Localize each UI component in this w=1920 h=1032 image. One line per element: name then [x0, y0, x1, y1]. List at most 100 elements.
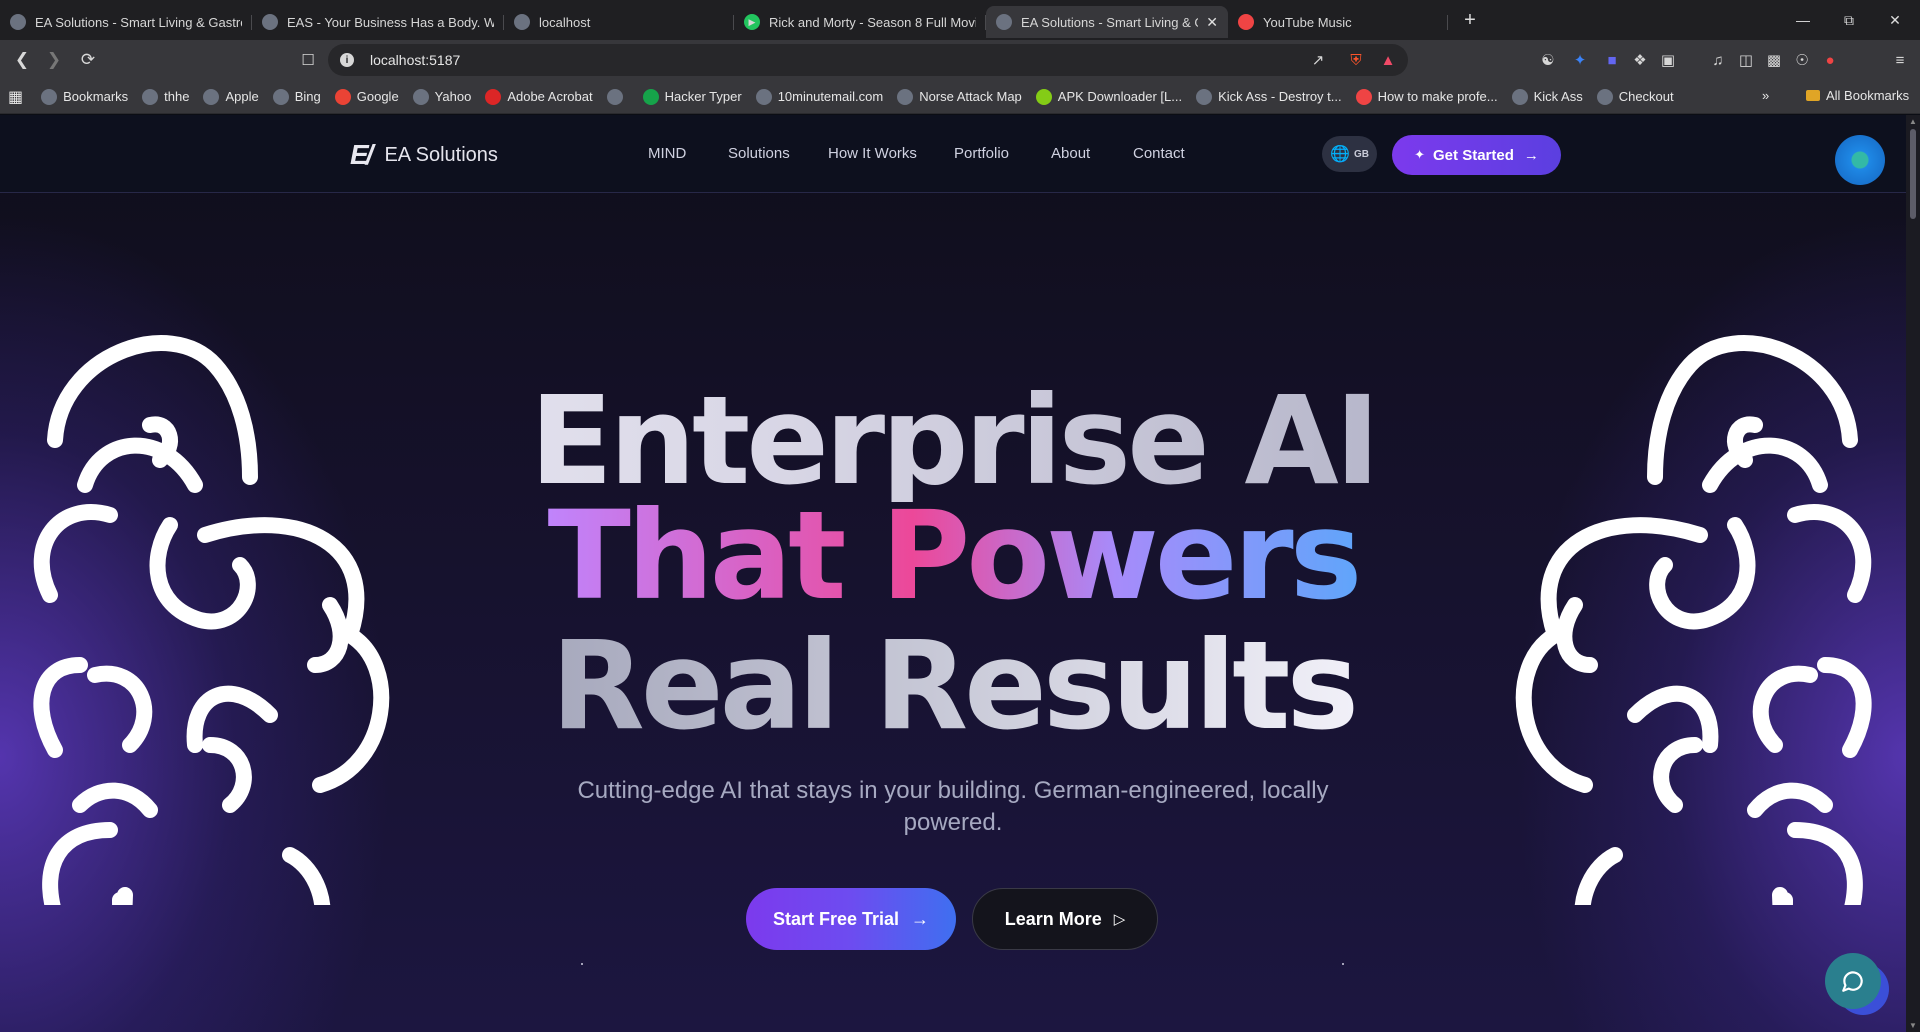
extension-icon-3[interactable]: ■ — [1600, 48, 1624, 72]
user-avatar[interactable] — [1835, 135, 1885, 185]
scrollbar-thumb[interactable] — [1910, 129, 1916, 219]
bookmark-item[interactable]: Kick Ass — [1511, 88, 1583, 105]
extension-icon-1[interactable]: ☯ — [1536, 48, 1560, 72]
bookmark-label: Bookmarks — [63, 89, 129, 104]
browser-tab[interactable]: ▶ Rick and Morty - Season 8 Full Movie — [734, 6, 986, 38]
language-switcher[interactable]: 🌐 GB — [1322, 136, 1377, 172]
play-icon: ▶ — [744, 14, 760, 30]
apk-icon — [1035, 88, 1052, 105]
forward-icon[interactable]: ❯ — [38, 44, 70, 76]
bookmark-label: Adobe Acrobat — [507, 89, 593, 104]
bookmark-item[interactable]: 10minutemail.com — [755, 88, 884, 105]
share-icon[interactable]: ↗ — [1306, 48, 1330, 72]
nav-link-solutions[interactable]: Solutions — [728, 145, 790, 162]
globe-icon — [1511, 88, 1528, 105]
site-navbar: E/ EA Solutions MIND Solutions How It Wo… — [0, 115, 1906, 193]
media-icon[interactable]: ♫ — [1706, 48, 1730, 72]
play-icon: ▷ — [1113, 911, 1126, 928]
bookmark-item[interactable] — [606, 88, 629, 105]
bookmark-item[interactable]: Google — [334, 88, 399, 105]
extensions-puzzle-icon[interactable]: ❖ — [1628, 48, 1652, 72]
start-free-trial-button[interactable]: Start Free Trial → — [746, 888, 956, 950]
new-tab-button[interactable]: + — [1452, 9, 1488, 32]
bookmark-label: Bing — [294, 89, 321, 104]
bookmark-icon — [41, 88, 58, 105]
extension-icon-2[interactable]: ✦ — [1568, 48, 1592, 72]
learn-more-button[interactable]: Learn More ▷ — [972, 888, 1158, 950]
nav-link-contact[interactable]: Contact — [1133, 145, 1185, 162]
globe-icon — [1196, 88, 1213, 105]
decorative-dot — [1342, 963, 1344, 965]
scroll-down-icon[interactable]: ▼ — [1909, 1021, 1917, 1030]
browser-tab[interactable]: EAS - Your Business Has a Body. We — [252, 6, 504, 38]
bookmark-item[interactable]: Bookmarks — [41, 88, 129, 105]
browser-tab[interactable]: EA Solutions - Smart Living & Ga ✕ — [986, 6, 1228, 38]
close-tab-icon[interactable]: ✕ — [1206, 14, 1218, 31]
site-logo[interactable]: E/ EA Solutions — [350, 139, 498, 171]
all-bookmarks-folder[interactable]: All Bookmarks — [1806, 88, 1909, 103]
bookmark-item[interactable]: Norse Attack Map — [897, 88, 1022, 105]
reload-icon[interactable]: ⟳ — [72, 44, 104, 76]
wallet-icon[interactable]: ▩ — [1762, 48, 1786, 72]
bookmark-item[interactable]: Apple — [203, 88, 259, 105]
browser-tab[interactable]: YouTube Music — [1228, 6, 1448, 38]
bookmark-page-icon[interactable]: ☐ — [296, 48, 320, 72]
youtube-icon — [1355, 88, 1372, 105]
profile-icon[interactable]: ● — [1818, 48, 1842, 72]
bookmark-item[interactable]: Kick Ass - Destroy t... — [1196, 88, 1342, 105]
page-scrollbar[interactable]: ▲ ▼ — [1906, 115, 1920, 1032]
google-icon — [334, 88, 351, 105]
back-icon[interactable]: ❮ — [6, 44, 38, 76]
bookmark-item[interactable]: How to make profe... — [1355, 88, 1498, 105]
nav-link-mind[interactable]: MIND — [648, 145, 686, 162]
hero-subtitle: Cutting-edge AI that stays in your build… — [577, 777, 1329, 836]
address-bar[interactable]: i localhost:5187 — [328, 44, 1408, 76]
chat-widget-button[interactable] — [1825, 953, 1881, 1009]
hero-heading-line-1: Enterprise AI — [0, 380, 1906, 502]
bookmark-item[interactable]: Hacker Typer — [642, 88, 742, 105]
arrow-right-icon: → — [911, 908, 930, 929]
bookmark-item[interactable]: Yahoo — [412, 88, 471, 105]
nav-link-how-it-works[interactable]: How It Works — [828, 145, 917, 162]
acrobat-icon — [485, 88, 502, 105]
hero-heading-line-3: Real Results — [550, 615, 1359, 757]
get-started-button[interactable]: ✦ Get Started → — [1392, 135, 1561, 175]
bookmark-label: Checkout — [1618, 89, 1674, 104]
brave-shield-icon[interactable]: ⛨ — [1344, 48, 1368, 72]
sparkle-icon: ✦ — [1414, 147, 1426, 162]
restore-icon[interactable]: ⧉ — [1826, 0, 1872, 40]
extension-icon-4[interactable]: ▣ — [1656, 48, 1680, 72]
minimize-icon[interactable]: — — [1780, 0, 1826, 40]
bookmark-item[interactable]: thhe — [142, 88, 189, 105]
hero-section: Enterprise AI That Powers Real Results C… — [0, 115, 1906, 1032]
globe-icon — [412, 88, 429, 105]
browser-tab[interactable]: EA Solutions - Smart Living & Gastro — [0, 6, 252, 38]
site-info-icon[interactable]: i — [340, 53, 354, 67]
scroll-up-icon[interactable]: ▲ — [1909, 117, 1917, 126]
bookmark-label: 10minutemail.com — [777, 89, 884, 104]
close-window-icon[interactable]: ✕ — [1872, 0, 1918, 40]
hero-heading-line-2: That Powers — [547, 485, 1363, 627]
brand-name: EA Solutions — [384, 143, 498, 166]
youtube-music-icon — [1238, 14, 1254, 30]
bookmark-label: How to make profe... — [1377, 89, 1498, 104]
bookmark-item[interactable]: Bing — [272, 88, 321, 105]
bookmark-item[interactable]: Adobe Acrobat — [485, 88, 593, 105]
bookmarks-overflow-icon[interactable]: » — [1762, 88, 1769, 103]
nav-link-about[interactable]: About — [1051, 145, 1090, 162]
arrow-right-icon: → — [1523, 146, 1539, 164]
bookmark-item[interactable]: Checkout — [1596, 88, 1674, 105]
bookmark-label: Hacker Typer — [664, 89, 742, 104]
sidebar-icon[interactable]: ◫ — [1734, 48, 1758, 72]
browser-tab[interactable]: localhost — [504, 6, 734, 38]
nav-link-portfolio[interactable]: Portfolio — [954, 145, 1009, 162]
logo-mark: E/ — [350, 139, 374, 170]
menu-icon[interactable]: ≡ — [1888, 48, 1912, 72]
apps-grid-icon[interactable]: ▦ — [8, 87, 23, 107]
brave-rewards-icon[interactable]: ▲ — [1376, 48, 1400, 72]
vpn-icon[interactable]: ☉ — [1790, 48, 1814, 72]
tab-title: EAS - Your Business Has a Body. We — [287, 14, 494, 30]
tab-title: Rick and Morty - Season 8 Full Movie — [769, 14, 976, 30]
bookmark-item[interactable]: APK Downloader [L... — [1035, 88, 1182, 105]
decorative-dot — [581, 963, 583, 965]
